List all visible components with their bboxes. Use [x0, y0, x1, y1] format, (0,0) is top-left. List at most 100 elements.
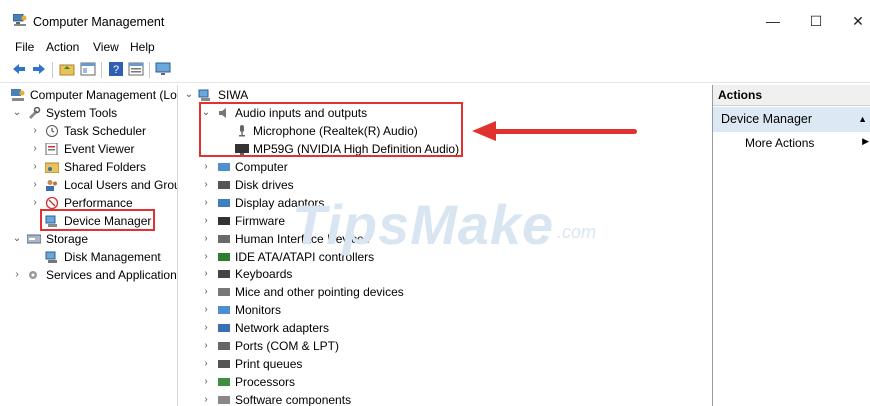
ide-controller-icon — [218, 252, 230, 261]
device-category-item[interactable]: › Processors — [180, 373, 700, 391]
tree-item-computer-management[interactable]: Computer Management (Lo — [0, 86, 177, 104]
toolbar-separator — [52, 62, 53, 78]
chevron-down-icon[interactable]: ⌄ — [12, 104, 22, 122]
svg-text:?: ? — [113, 64, 119, 76]
chevron-right-icon[interactable]: › — [201, 230, 211, 248]
chevron-right-icon[interactable]: › — [201, 212, 211, 230]
chevron-right-icon[interactable]: › — [201, 176, 211, 194]
tree-item-services-applications[interactable]: › Services and Application — [0, 266, 177, 284]
tree-label: Computer Management (Lo — [30, 88, 177, 102]
watermark-suffix: .com — [557, 222, 597, 242]
monitor-icon — [218, 306, 230, 315]
tree-item-task-scheduler[interactable]: › Task Scheduler — [0, 122, 177, 140]
collapse-arrow-icon[interactable]: ▲ — [858, 107, 867, 132]
help-icon[interactable]: ? — [108, 61, 124, 77]
storage-icon — [27, 234, 41, 244]
chevron-right-icon[interactable]: › — [12, 266, 22, 284]
processor-icon — [218, 377, 230, 386]
chevron-right-icon[interactable]: › — [201, 248, 211, 266]
mouse-icon — [218, 288, 230, 297]
tree-label: Shared Folders — [64, 160, 147, 174]
menu-view[interactable]: View — [93, 40, 119, 54]
show-hide-tree-icon[interactable] — [80, 61, 96, 77]
toolbar-separator — [149, 62, 150, 78]
menu-bar: File Action View Help — [0, 37, 870, 57]
chevron-down-icon[interactable]: ⌄ — [12, 230, 22, 248]
chevron-right-icon[interactable]: › — [201, 283, 211, 301]
device-category-item[interactable]: › Ports (COM & LPT) — [180, 337, 700, 355]
chevron-right-icon[interactable]: › — [201, 319, 211, 337]
chevron-right-icon[interactable]: › — [30, 194, 40, 212]
device-category-item[interactable]: › Computer — [180, 158, 700, 176]
more-actions-link[interactable]: More Actions — [745, 136, 814, 150]
annotation-arrow-head — [472, 121, 496, 141]
tree-label: Monitors — [235, 303, 282, 318]
device-category-item[interactable]: › Mice and other pointing devices — [180, 283, 700, 301]
chevron-right-icon[interactable]: › — [201, 373, 211, 391]
clock-icon — [46, 125, 58, 137]
device-category-item[interactable]: › Monitors — [180, 301, 700, 319]
chevron-right-icon[interactable]: › — [201, 391, 211, 406]
chevron-right-icon[interactable]: › — [201, 337, 211, 355]
audio-highlight — [199, 102, 463, 157]
chevron-right-icon[interactable]: › — [201, 158, 211, 176]
device-category-item[interactable]: › Software components — [180, 391, 700, 406]
menu-help[interactable]: Help — [130, 40, 155, 54]
tree-label: Computer — [235, 160, 288, 174]
computer-management-icon — [11, 89, 25, 101]
tree-label: Processors — [235, 374, 296, 389]
close-button[interactable]: ✕ — [843, 10, 870, 32]
minimize-button[interactable]: — — [758, 10, 788, 32]
disk-management-icon — [45, 251, 57, 263]
chevron-right-icon[interactable]: › — [30, 158, 40, 176]
hid-icon — [218, 234, 230, 243]
chevron-right-icon[interactable]: › — [201, 194, 211, 212]
port-icon — [218, 342, 230, 350]
device-category-item[interactable]: › Network adapters — [180, 319, 700, 337]
title-bar: Computer Management — ☐ ✕ — [0, 0, 870, 36]
chevron-right-icon[interactable]: › — [30, 140, 40, 158]
tree-label: Task Scheduler — [64, 124, 147, 138]
tree-label: Services and Application — [46, 268, 177, 282]
menu-action[interactable]: Action — [46, 40, 79, 54]
monitor-icon[interactable] — [155, 61, 171, 77]
chevron-down-icon[interactable]: ⌄ — [184, 86, 194, 104]
system-tools-icon — [29, 107, 41, 119]
tree-label: Disk drives — [235, 177, 294, 192]
device-category-item[interactable]: › Keyboards — [180, 265, 700, 283]
tree-label: Mice and other pointing devices — [235, 285, 404, 300]
tree-item-event-viewer[interactable]: › Event Viewer — [0, 140, 177, 158]
printer-icon — [218, 359, 230, 368]
tree-label: Event Viewer — [64, 142, 135, 156]
services-icon — [29, 271, 37, 279]
computer-management-icon — [13, 14, 27, 26]
more-actions-label: More Actions — [745, 136, 815, 150]
chevron-right-icon[interactable]: › — [30, 122, 40, 140]
maximize-button[interactable]: ☐ — [801, 10, 831, 32]
event-viewer-icon — [45, 143, 58, 155]
device-manager-highlight — [40, 209, 155, 231]
up-folder-icon[interactable] — [59, 61, 75, 77]
forward-arrow-icon[interactable] — [31, 61, 47, 77]
device-category-item[interactable]: › Print queues — [180, 355, 700, 373]
keyboard-icon — [218, 270, 230, 279]
chevron-right-icon[interactable]: › — [201, 301, 211, 319]
menu-file[interactable]: File — [15, 40, 34, 54]
users-icon — [46, 180, 57, 191]
chevron-right-icon[interactable]: › — [201, 355, 211, 373]
annotation-arrow-shaft — [493, 129, 637, 134]
actions-group-device-manager[interactable]: Device Manager ▲ — [713, 107, 870, 132]
tree-item-system-tools[interactable]: ⌄ System Tools — [0, 104, 177, 122]
disk-drive-icon — [218, 180, 230, 189]
tree-item-shared-folders[interactable]: › Shared Folders — [0, 158, 177, 176]
chevron-right-icon[interactable]: › — [30, 176, 40, 194]
tree-item-storage[interactable]: ⌄ Storage — [0, 230, 177, 248]
tree-item-local-users[interactable]: › Local Users and Grou — [0, 176, 177, 194]
properties-icon[interactable] — [128, 61, 144, 77]
computer-icon — [198, 89, 210, 101]
submenu-arrow-icon[interactable]: ▶ — [862, 136, 869, 147]
console-tree: Computer Management (Lo ⌄ System Tools ›… — [0, 85, 178, 406]
back-arrow-icon[interactable] — [11, 61, 27, 77]
tree-item-disk-management[interactable]: Disk Management — [0, 248, 177, 266]
chevron-right-icon[interactable]: › — [201, 265, 211, 283]
